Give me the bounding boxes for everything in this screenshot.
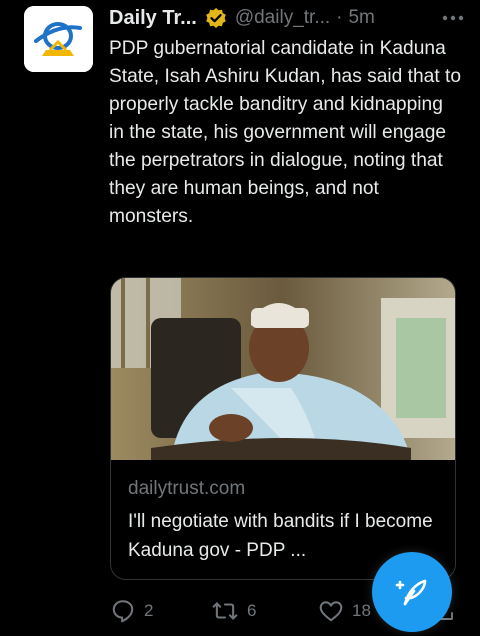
compose-icon (395, 579, 427, 606)
daily-trust-logo-icon (24, 6, 93, 72)
like-count: 18 (352, 601, 371, 620)
tweet-text: PDP gubernatorial candidate in Kaduna St… (109, 38, 461, 227)
user-handle[interactable]: @daily_tr... (235, 7, 330, 29)
card-image (111, 278, 455, 460)
tweet-time[interactable]: 5m (348, 7, 374, 29)
reply-button[interactable]: 2 (110, 596, 153, 626)
verified-badge-icon (205, 7, 227, 29)
avatar[interactable] (24, 6, 93, 72)
more-icon[interactable] (438, 6, 468, 30)
reply-icon (112, 600, 134, 623)
retweet-icon (212, 602, 238, 620)
retweet-button[interactable]: 6 (211, 596, 256, 626)
compose-button[interactable] (372, 552, 452, 632)
link-card[interactable]: dailytrust.com I'll negotiate with bandi… (110, 277, 456, 580)
heart-icon (319, 601, 343, 622)
separator-dot: · (336, 7, 343, 28)
card-domain: dailytrust.com (128, 478, 246, 499)
tweet-header: Daily Tr... @daily_tr... · 5m (109, 6, 468, 30)
reply-count: 2 (144, 601, 154, 620)
retweet-count: 6 (247, 601, 257, 620)
like-button[interactable]: 18 (318, 596, 371, 626)
display-name[interactable]: Daily Tr... (109, 7, 197, 30)
